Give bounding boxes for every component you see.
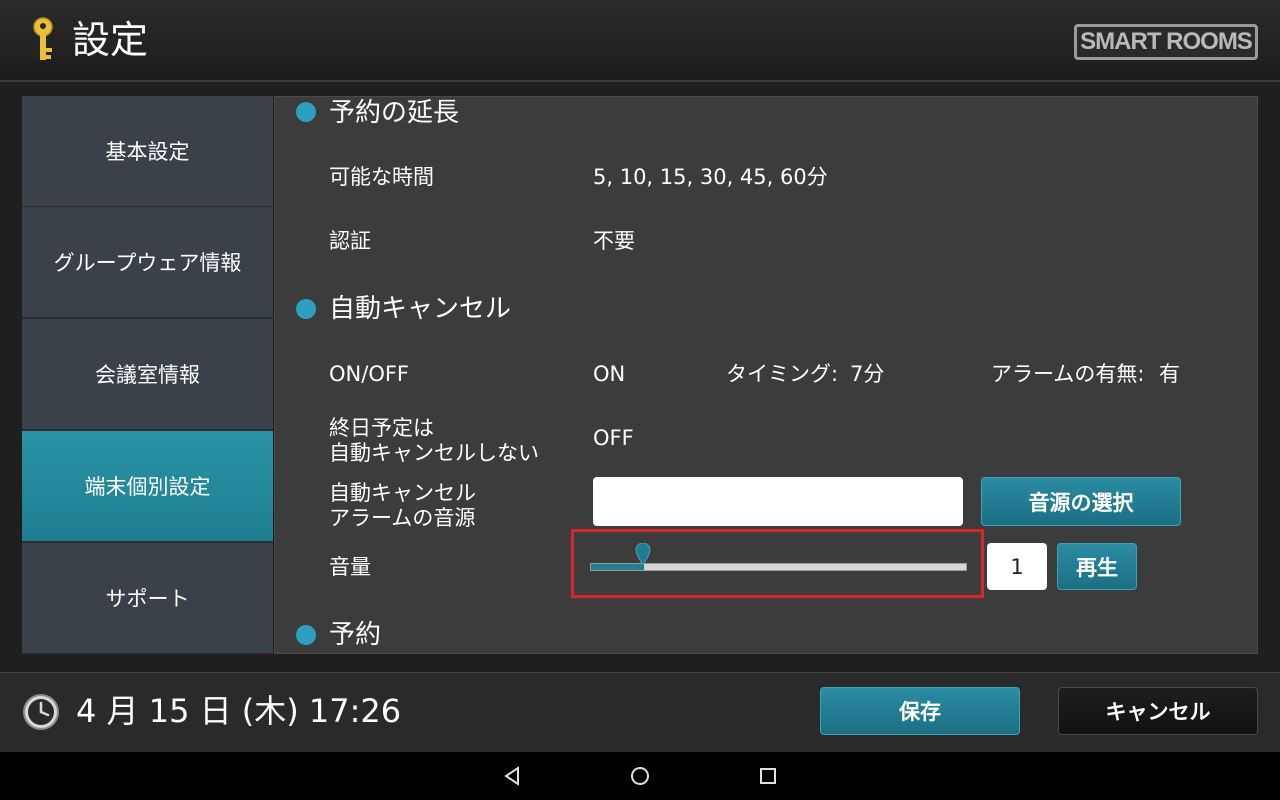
auth-label: 認証 <box>329 229 371 253</box>
back-triangle-icon[interactable] <box>500 764 524 788</box>
section-dot-icon <box>296 102 316 122</box>
sidebar-item-groupware-info[interactable]: グループウェア情報 <box>22 207 273 317</box>
app-header: 設定 SMART ROOMS <box>0 0 1280 82</box>
clock-icon <box>23 694 59 730</box>
volume-value-box[interactable]: 1 <box>987 543 1047 590</box>
onoff-label: ON/OFF <box>329 362 410 386</box>
sound-label-line1: 自動キャンセル <box>329 481 476 505</box>
alarm-sound-field[interactable] <box>593 477 963 526</box>
brand-logo: SMART ROOMS <box>1074 24 1258 60</box>
sound-label-line2: アラームの音源 <box>329 506 476 530</box>
possible-time-value: 5, 10, 15, 30, 45, 60分 <box>593 165 828 189</box>
auth-value: 不要 <box>593 229 635 253</box>
volume-slider-thumb[interactable] <box>635 543 651 565</box>
sidebar-item-device-settings[interactable]: 端末個別設定 <box>22 431 273 541</box>
possible-time-label: 可能な時間 <box>329 165 434 189</box>
cancel-button[interactable]: キャンセル <box>1058 687 1258 735</box>
onoff-value: ON <box>593 362 626 386</box>
sidebar-item-label: サポート <box>105 587 190 611</box>
settings-content[interactable]: 予約の延長 可能な時間 5, 10, 15, 30, 45, 60分 認証 不要… <box>274 96 1258 654</box>
system-nav-bar <box>0 752 1280 800</box>
footer-bar: 4 月 15 日 (木) 17:26 保存 キャンセル <box>0 672 1280 752</box>
alarm-value: 有 <box>1159 362 1180 386</box>
allday-label-line1: 終日予定は <box>329 416 434 440</box>
sidebar-item-support[interactable]: サポート <box>22 543 273 653</box>
alarm-label: アラームの有無: <box>991 362 1145 386</box>
allday-value: OFF <box>593 426 634 450</box>
timing-value: 7分 <box>850 362 885 386</box>
sidebar-item-label: 基本設定 <box>105 140 190 164</box>
current-datetime: 4 月 15 日 (木) 17:26 <box>76 692 402 730</box>
volume-label: 音量 <box>329 555 371 579</box>
sidebar-item-label: 会議室情報 <box>95 363 200 387</box>
sidebar-item-label: 端末個別設定 <box>84 475 211 499</box>
save-button[interactable]: 保存 <box>820 687 1020 735</box>
timing-label: タイミング: <box>726 362 839 386</box>
select-sound-button[interactable]: 音源の選択 <box>981 477 1181 526</box>
section-dot-icon <box>296 299 316 319</box>
page-title: 設定 <box>72 18 149 62</box>
key-icon <box>33 17 53 60</box>
sidebar-item-basic-settings[interactable]: 基本設定 <box>22 96 273 206</box>
home-circle-icon[interactable] <box>628 764 652 788</box>
section-dot-icon <box>296 625 316 645</box>
sidebar-item-meeting-room-info[interactable]: 会議室情報 <box>22 319 273 429</box>
allday-label-line2: 自動キャンセルしない <box>329 441 539 465</box>
sidebar: 基本設定 グループウェア情報 会議室情報 端末個別設定 サポート <box>22 96 273 654</box>
section-title-extension: 予約の延長 <box>329 98 460 128</box>
recents-square-icon[interactable] <box>756 764 780 788</box>
play-button[interactable]: 再生 <box>1057 543 1137 590</box>
sidebar-item-label: グループウェア情報 <box>53 251 242 275</box>
section-title-reservation: 予約 <box>329 620 382 650</box>
section-title-auto-cancel: 自動キャンセル <box>329 294 512 324</box>
